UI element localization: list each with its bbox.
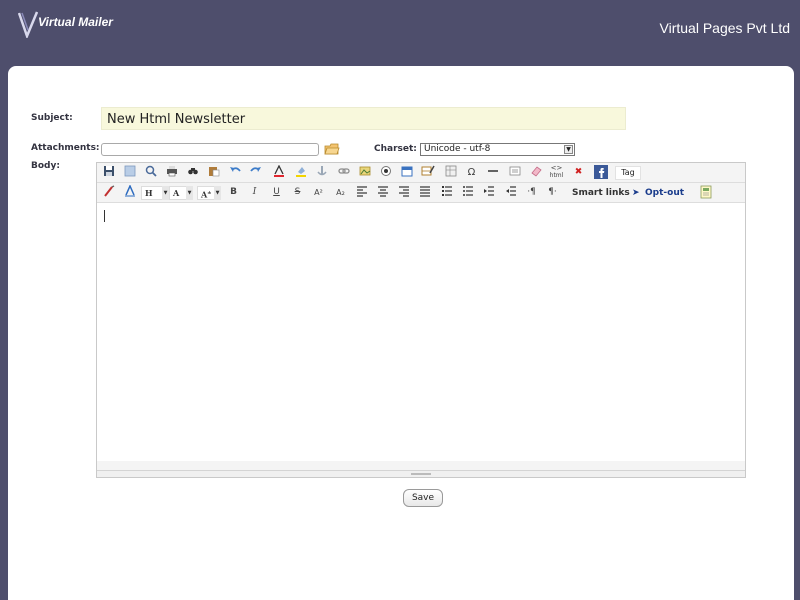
print-icon[interactable] — [164, 165, 179, 180]
logo-v-icon — [18, 11, 38, 38]
editor-toolbar-row-2: H ▼ A ▼ A± ▼ B I U S A² A₂ ·¶ ¶· Smart l… — [97, 183, 745, 203]
charset-value: Unicode - utf-8 — [424, 144, 491, 154]
bold-button[interactable]: B — [226, 185, 241, 200]
editor-status-bar — [97, 461, 745, 470]
charset-select[interactable]: Unicode - utf-8 ▼ — [420, 143, 575, 156]
font-dropdown-label: A — [169, 186, 187, 200]
table-icon[interactable] — [443, 165, 458, 180]
opt-out-arrow-icon: ➤ — [632, 188, 640, 198]
paste-icon[interactable] — [206, 165, 221, 180]
editor-toolbar-row-1: Ω <> html ✖ Tag — [97, 163, 745, 183]
align-justify-icon[interactable] — [417, 185, 432, 200]
grip-icon — [411, 473, 431, 475]
italic-button[interactable]: I — [247, 185, 262, 200]
opt-out-button[interactable]: Opt-out — [645, 187, 684, 199]
save-button[interactable]: Save — [403, 489, 443, 507]
chevron-down-icon: ▼ — [214, 186, 221, 200]
main-panel: Subject: New Html Newsletter Attachments… — [8, 66, 794, 600]
indent-icon[interactable] — [481, 185, 496, 200]
body-label: Body: — [31, 161, 60, 171]
editor-resize-handle[interactable] — [97, 470, 745, 477]
html-source-icon[interactable]: <> html — [549, 165, 564, 180]
horizontal-rule-icon[interactable] — [485, 165, 500, 180]
html-editor: Ω <> html ✖ Tag H ▼ A ▼ A± ▼ B I U S A² … — [96, 162, 746, 478]
radio-target-icon[interactable] — [378, 165, 393, 180]
unordered-list-icon[interactable] — [460, 185, 475, 200]
align-right-icon[interactable] — [396, 185, 411, 200]
attachments-input[interactable] — [101, 143, 319, 156]
smart-links-button[interactable]: Smart links — [572, 187, 630, 199]
remove-format-icon[interactable]: ✖ — [571, 165, 586, 180]
calendar-icon[interactable] — [399, 165, 414, 180]
template-icon[interactable] — [698, 185, 713, 200]
page-break-icon[interactable] — [507, 165, 522, 180]
subject-label: Subject: — [31, 113, 73, 123]
new-page-icon[interactable] — [122, 165, 137, 180]
text-caret — [104, 210, 105, 222]
save-icon[interactable] — [101, 165, 116, 180]
anchor-icon[interactable] — [314, 165, 329, 180]
chevron-down-icon[interactable]: ▼ — [564, 145, 573, 154]
tag-button[interactable]: Tag — [615, 166, 641, 180]
undo-icon[interactable] — [227, 165, 242, 180]
charset-label: Charset: — [374, 144, 417, 154]
preview-icon[interactable] — [143, 165, 158, 180]
link-icon[interactable] — [336, 165, 351, 180]
text-color-icon[interactable] — [271, 164, 286, 180]
edit-table-icon[interactable] — [420, 165, 435, 180]
align-center-icon[interactable] — [375, 185, 390, 200]
logo-text: Virtual Mailer — [38, 15, 113, 29]
facebook-icon[interactable] — [593, 165, 608, 180]
align-left-icon[interactable] — [354, 185, 369, 200]
attachments-label: Attachments: — [31, 143, 100, 153]
virtual-mailer-logo[interactable]: Virtual Mailer — [18, 10, 128, 42]
redo-icon[interactable] — [248, 165, 263, 180]
outdent-icon[interactable] — [503, 185, 518, 200]
image-icon[interactable] — [357, 165, 372, 180]
font-size-dropdown-label: A± — [197, 186, 215, 200]
company-name: Virtual Pages Pvt Ltd — [659, 20, 790, 36]
special-character-icon[interactable]: Ω — [464, 165, 479, 180]
ltr-direction-icon[interactable]: ·¶ — [524, 185, 539, 200]
editor-content-area[interactable] — [97, 203, 745, 461]
attachment-folder-icon[interactable] — [324, 141, 340, 155]
underline-button[interactable]: U — [269, 185, 284, 200]
app-header: Virtual Mailer Virtual Pages Pvt Ltd — [0, 0, 800, 66]
heading-dropdown-label: H — [141, 186, 163, 200]
format-text-icon[interactable] — [122, 184, 137, 200]
subscript-button[interactable]: A₂ — [333, 185, 348, 200]
find-icon[interactable] — [185, 165, 200, 180]
rtl-direction-icon[interactable]: ¶· — [545, 185, 560, 200]
superscript-button[interactable]: A² — [311, 185, 326, 200]
eraser-icon[interactable] — [528, 165, 543, 180]
brush-icon[interactable] — [101, 185, 116, 200]
chevron-down-icon: ▼ — [186, 186, 193, 200]
chevron-down-icon: ▼ — [162, 186, 169, 200]
subject-input[interactable]: New Html Newsletter — [101, 107, 626, 130]
ordered-list-icon[interactable] — [439, 185, 454, 200]
strikethrough-button[interactable]: S — [290, 185, 305, 200]
background-color-icon[interactable] — [293, 165, 308, 180]
